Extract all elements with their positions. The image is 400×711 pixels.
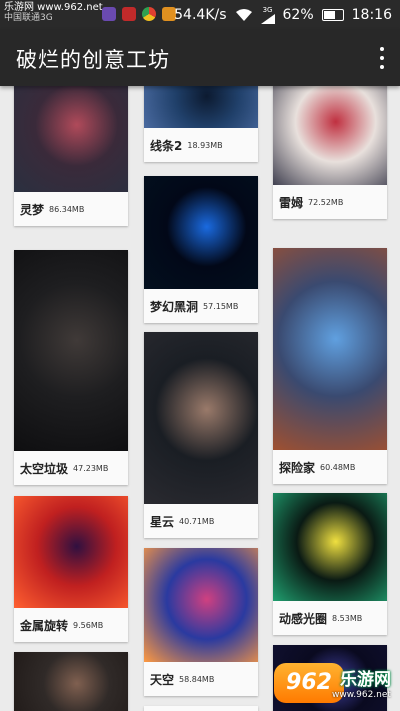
- wallpaper-name: 灵梦: [20, 202, 45, 217]
- status-left: 乐游网 www.962.net 中国联通3G: [4, 2, 103, 24]
- watermark-text: 乐游网 www.962.net: [4, 2, 103, 13]
- watermark-site: 乐游网: [340, 670, 391, 690]
- wallpaper-name: 梦幻黑洞: [150, 299, 199, 314]
- watermark-url: www.962.net: [332, 690, 391, 700]
- notification-icons: [102, 7, 176, 21]
- wallpaper-size: 8.53MB: [332, 613, 363, 623]
- wallpaper-card[interactable]: 金属旋转 9.56MB: [14, 496, 128, 642]
- wallpaper-grid[interactable]: 灵梦 86.34MB 线条2 18.93MB 雷姆 72.52MB 梦幻黑洞 57.15…: [0, 86, 400, 711]
- wallpaper-card[interactable]: 梦幻黑洞 57.15MB: [144, 176, 258, 323]
- wallpaper-size: 58.84MB: [179, 674, 215, 684]
- wallpaper-thumbnail[interactable]: [273, 248, 387, 450]
- page-title: 破烂的创意工坊: [16, 48, 170, 72]
- wallpaper-thumbnail[interactable]: [144, 548, 258, 662]
- wallpaper-name: 线条2: [150, 138, 183, 153]
- wallpaper-thumbnail[interactable]: [144, 176, 258, 289]
- wallpaper-thumbnail[interactable]: [273, 493, 387, 601]
- wallpaper-name: 太空垃圾: [20, 461, 69, 476]
- signal-icon: [260, 14, 275, 24]
- wallpaper-size: 86.34MB: [49, 204, 85, 214]
- wallpaper-name: 动感光圈: [279, 611, 328, 626]
- wifi-icon: [235, 9, 252, 21]
- app-notification-icon: [122, 7, 136, 21]
- carrier-label: 中国联通3G: [4, 13, 53, 23]
- wallpaper-card[interactable]: [14, 652, 128, 711]
- wallpaper-size: 9.56MB: [73, 620, 104, 630]
- wallpaper-thumbnail[interactable]: [14, 652, 128, 711]
- wallpaper-size: 57.15MB: [203, 301, 239, 311]
- wallpaper-card[interactable]: 探险家 60.48MB: [273, 248, 387, 484]
- status-right: 54.4K/s 3G 62% 18:16: [174, 6, 392, 24]
- wallpaper-thumbnail[interactable]: [14, 250, 128, 451]
- network-type: 3G: [262, 6, 273, 14]
- wallpaper-thumbnail[interactable]: [144, 706, 258, 711]
- wallpaper-thumbnail[interactable]: [14, 496, 128, 608]
- wallpaper-card[interactable]: 动感光圈 8.53MB: [273, 493, 387, 635]
- app-notification-icon: [102, 7, 116, 21]
- battery-percent: 62%: [282, 7, 314, 23]
- wallpaper-name: 天空: [150, 672, 175, 687]
- clock: 18:16: [351, 7, 392, 23]
- wallpaper-card[interactable]: 太空垃圾 47.23MB: [14, 250, 128, 485]
- chrome-icon: [142, 7, 156, 21]
- wallpaper-size: 60.48MB: [320, 462, 356, 472]
- wallpaper-size: 47.23MB: [73, 463, 109, 473]
- wallpaper-card[interactable]: 星云 40.71MB: [144, 332, 258, 538]
- wallpaper-name: 探险家: [279, 460, 316, 475]
- app-bar: 破烂的创意工坊: [0, 30, 400, 86]
- wallpaper-size: 18.93MB: [187, 140, 223, 150]
- wallpaper-thumbnail[interactable]: [14, 86, 128, 192]
- wallpaper-thumbnail[interactable]: [144, 332, 258, 504]
- wallpaper-card[interactable]: 雷姆 72.52MB: [273, 86, 387, 219]
- battery-icon: [321, 9, 344, 21]
- site-watermark: 962 乐游网 www.962.net: [274, 663, 392, 705]
- wallpaper-name: 星云: [150, 514, 175, 529]
- wallpaper-card[interactable]: 灵梦 86.34MB: [14, 86, 128, 226]
- status-bar: 乐游网 www.962.net 中国联通3G 54.4K/s 3G 62% 18…: [0, 0, 400, 30]
- wallpaper-card[interactable]: 天空 58.84MB: [144, 548, 258, 696]
- wallpaper-name: 金属旋转: [20, 618, 69, 633]
- overflow-menu-icon[interactable]: [378, 47, 386, 69]
- wallpaper-name: 雷姆: [279, 195, 304, 210]
- wallpaper-card[interactable]: 线条2 18.93MB: [144, 86, 258, 162]
- wallpaper-thumbnail[interactable]: [144, 86, 258, 128]
- wallpaper-size: 72.52MB: [308, 197, 344, 207]
- wallpaper-card[interactable]: [144, 706, 258, 711]
- network-speed: 54.4K/s: [174, 7, 227, 23]
- wallpaper-size: 40.71MB: [179, 516, 215, 526]
- wallpaper-thumbnail[interactable]: [273, 86, 387, 185]
